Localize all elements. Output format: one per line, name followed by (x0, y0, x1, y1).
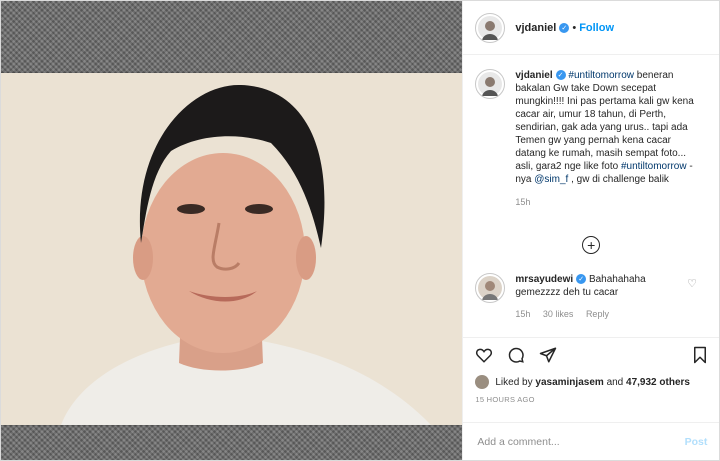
header-username[interactable]: vjdaniel (515, 22, 556, 34)
caption-time[interactable]: 15h (515, 196, 703, 209)
follow-button[interactable]: Follow (579, 22, 614, 34)
comment-input[interactable] (475, 434, 685, 449)
likes-prefix: Liked by (495, 376, 533, 388)
heart-icon[interactable] (475, 346, 493, 364)
comment-likes[interactable]: 30 likes (543, 309, 574, 319)
comment-like-heart-icon[interactable]: ♡ (687, 277, 697, 290)
post-timestamp[interactable]: 15 HOURS AGO (463, 393, 719, 419)
action-bar (463, 337, 719, 371)
portrait-image (1, 73, 463, 425)
post-comment-button[interactable]: Post (685, 436, 708, 448)
likes-row: Liked by yasaminjasem and 47,932 others (463, 371, 719, 393)
comment-username[interactable]: mrsayudewi (515, 274, 573, 285)
comment-text: mrsayudewi ✓ Bahahahaha gemezzzz deh tu c… (515, 273, 685, 337)
comment-icon[interactable] (507, 346, 525, 364)
caption-avatar[interactable] (475, 69, 506, 99)
instagram-post: vjdaniel ✓ • Follow vjdaniel ✓ #untiltomo… (0, 0, 720, 461)
caption-body: , gw di challenge balik (568, 174, 669, 185)
reply-button[interactable]: Reply (586, 309, 609, 319)
hashtag-link[interactable]: #untiltomorrow (568, 70, 634, 81)
plus-circle-icon[interactable]: + (582, 236, 601, 254)
post-header: vjdaniel ✓ • Follow (463, 1, 719, 55)
bookmark-icon[interactable] (691, 346, 709, 369)
hashtag-link[interactable]: #untiltomorrow (621, 161, 687, 172)
add-comment-bar: Post (463, 422, 720, 460)
load-more-comments[interactable]: + (463, 227, 719, 263)
caption-body: beneran bakalan Gw take Down secepat mun… (515, 70, 694, 172)
likes-middle: and (606, 376, 624, 388)
post-caption: vjdaniel ✓ #untiltomorrow beneran bakalan… (463, 55, 719, 227)
avatar-image (478, 72, 503, 96)
likes-count[interactable]: 47,932 others (626, 377, 690, 388)
comment-time[interactable]: 15h (515, 309, 530, 319)
comment-item: mrsayudewi ✓ Bahahahaha gemezzzz deh tu c… (463, 263, 719, 337)
avatar[interactable] (475, 12, 506, 43)
comment-avatar[interactable] (475, 273, 506, 303)
mention-link[interactable]: @sim_f (534, 174, 568, 185)
caption-text: vjdaniel ✓ #untiltomorrow beneran bakalan… (515, 69, 703, 227)
post-media[interactable] (1, 1, 463, 460)
post-photo (1, 73, 463, 425)
comment-meta: 15h 30 likes Reply (515, 308, 685, 321)
share-icon[interactable] (539, 346, 557, 364)
verified-icon: ✓ (576, 274, 587, 285)
caption-username[interactable]: vjdaniel (515, 70, 552, 81)
avatar-image (478, 15, 503, 40)
post-sidebar: vjdaniel ✓ • Follow vjdaniel ✓ #untiltomo… (462, 1, 720, 460)
separator-dot: • (572, 21, 577, 34)
avatar-image (478, 276, 503, 300)
liker-avatar[interactable] (475, 375, 490, 389)
liker-username[interactable]: yasaminjasem (535, 377, 603, 388)
verified-icon: ✓ (559, 22, 570, 33)
verified-icon: ✓ (555, 70, 566, 81)
